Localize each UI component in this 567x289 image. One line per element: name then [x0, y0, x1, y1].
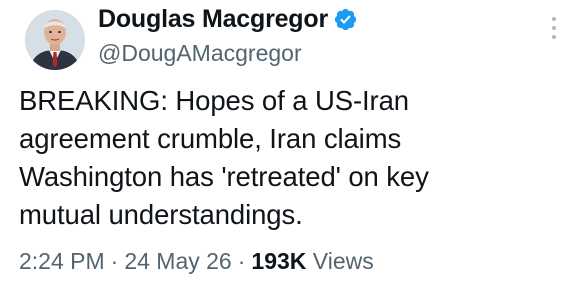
tweet-header: Douglas Macgregor @DougAMacgregor [98, 4, 358, 68]
tweet-card: Douglas Macgregor @DougAMacgregor BREAKI… [0, 0, 567, 289]
verified-badge-icon [333, 7, 358, 32]
views-count[interactable]: 193K [251, 248, 306, 274]
tweet-time[interactable]: 2:24 PM [19, 248, 105, 274]
tweet-meta: 2:24 PM · 24 May 26 · 193K Views [19, 246, 374, 276]
profile-photo-icon [25, 10, 85, 70]
tweet-text: BREAKING: Hopes of a US-Iran agreement c… [19, 85, 429, 230]
meta-separator: · [237, 248, 246, 274]
avatar[interactable] [25, 10, 85, 70]
name-row: Douglas Macgregor [98, 4, 358, 34]
author-display-name[interactable]: Douglas Macgregor [98, 4, 328, 34]
tweet-date[interactable]: 24 May 26 [124, 248, 231, 274]
more-options-icon[interactable] [549, 17, 559, 43]
author-handle[interactable]: @DougAMacgregor [98, 38, 358, 68]
meta-separator: · [110, 248, 119, 274]
views-label: Views [312, 248, 374, 274]
